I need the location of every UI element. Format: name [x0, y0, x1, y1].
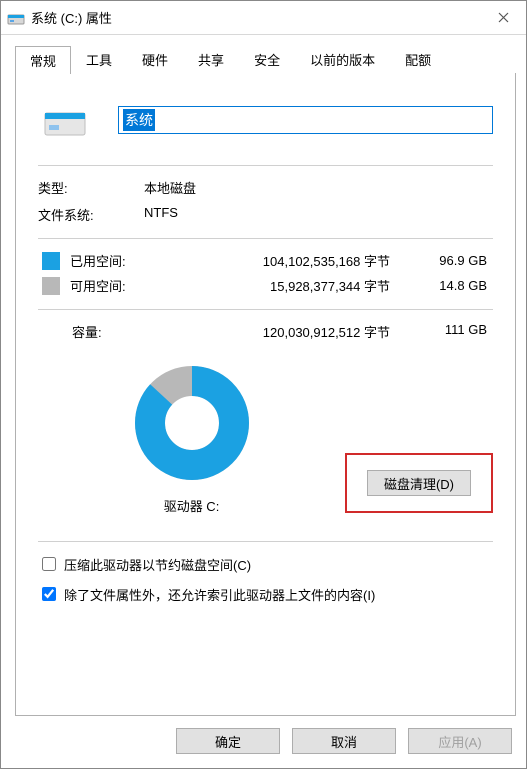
used-space-row: 已用空间: 104,102,535,168 字节 96.9 GB [38, 251, 493, 270]
drive-icon-large [42, 97, 88, 143]
filesystem-row: 文件系统: NTFS [38, 205, 493, 224]
drive-name-input[interactable]: 系统 [118, 106, 493, 134]
capacity-label: 容量: [72, 322, 190, 341]
tab-hardware[interactable]: 硬件 [127, 45, 183, 73]
tabs-wrap: 常规 工具 硬件 共享 安全 以前的版本 配额 [1, 35, 526, 73]
button-label: 确定 [215, 732, 241, 751]
tab-label: 共享 [198, 53, 224, 68]
window-title: 系统 (C:) 属性 [31, 8, 480, 27]
tab-tools[interactable]: 工具 [71, 45, 127, 73]
tab-label: 安全 [254, 53, 280, 68]
filesystem-label: 文件系统: [38, 205, 144, 224]
tab-label: 硬件 [142, 53, 168, 68]
usage-donut-icon [132, 363, 252, 486]
donut-label: 驱动器 C: [164, 496, 220, 515]
dialog-footer: 确定 取消 应用(A) [1, 716, 526, 768]
divider [38, 309, 493, 310]
filesystem-value: NTFS [144, 205, 178, 224]
compress-label: 压缩此驱动器以节约磁盘空间(C) [64, 555, 251, 574]
divider [38, 541, 493, 542]
capacity-row: 容量: 120,030,912,512 字节 111 GB [38, 322, 493, 341]
free-bytes: 15,928,377,344 字节 [190, 276, 390, 295]
tab-security[interactable]: 安全 [239, 45, 295, 73]
index-checkbox[interactable] [42, 587, 56, 601]
disk-cleanup-button[interactable]: 磁盘清理(D) [367, 470, 471, 496]
apply-button[interactable]: 应用(A) [408, 728, 512, 754]
tab-label: 常规 [30, 54, 56, 69]
tab-label: 配额 [405, 53, 431, 68]
used-swatch-icon [42, 252, 60, 270]
type-row: 类型: 本地磁盘 [38, 178, 493, 197]
divider [38, 165, 493, 166]
type-label: 类型: [38, 178, 144, 197]
button-label: 取消 [331, 732, 357, 751]
donut-area: 驱动器 C: 磁盘清理(D) [38, 363, 493, 515]
used-label: 已用空间: [70, 251, 190, 270]
cancel-button[interactable]: 取消 [292, 728, 396, 754]
title-bar: 系统 (C:) 属性 [1, 1, 526, 35]
free-label: 可用空间: [70, 276, 190, 295]
used-bytes: 104,102,535,168 字节 [190, 251, 390, 270]
compress-option[interactable]: 压缩此驱动器以节约磁盘空间(C) [38, 554, 493, 574]
free-gb: 14.8 GB [390, 278, 493, 293]
drive-icon [7, 9, 25, 27]
general-panel: 系统 类型: 本地磁盘 文件系统: NTFS 已用空间: 104,102,535… [15, 73, 516, 716]
tab-label: 以前的版本 [310, 53, 375, 68]
tab-quota[interactable]: 配额 [390, 45, 446, 73]
capacity-bytes: 120,030,912,512 字节 [190, 322, 390, 341]
compress-checkbox[interactable] [42, 557, 56, 571]
drive-name-value: 系统 [123, 109, 155, 131]
tab-general[interactable]: 常规 [15, 46, 71, 74]
ok-button[interactable]: 确定 [176, 728, 280, 754]
free-swatch-icon [42, 277, 60, 295]
capacity-gb: 111 GB [390, 322, 493, 341]
free-space-row: 可用空间: 15,928,377,344 字节 14.8 GB [38, 276, 493, 295]
button-label: 磁盘清理(D) [384, 474, 454, 493]
index-option[interactable]: 除了文件属性外，还允许索引此驱动器上文件的内容(I) [38, 584, 493, 604]
tab-sharing[interactable]: 共享 [183, 45, 239, 73]
close-button[interactable] [480, 1, 526, 34]
header-row: 系统 [38, 97, 493, 143]
type-value: 本地磁盘 [144, 178, 196, 197]
button-label: 应用(A) [438, 732, 481, 751]
tab-previous[interactable]: 以前的版本 [295, 45, 390, 73]
cleanup-annotation: 磁盘清理(D) [345, 453, 493, 513]
divider [38, 238, 493, 239]
used-gb: 96.9 GB [390, 253, 493, 268]
tab-label: 工具 [86, 53, 112, 68]
tab-strip: 常规 工具 硬件 共享 安全 以前的版本 配额 [15, 45, 516, 73]
index-label: 除了文件属性外，还允许索引此驱动器上文件的内容(I) [64, 585, 375, 604]
